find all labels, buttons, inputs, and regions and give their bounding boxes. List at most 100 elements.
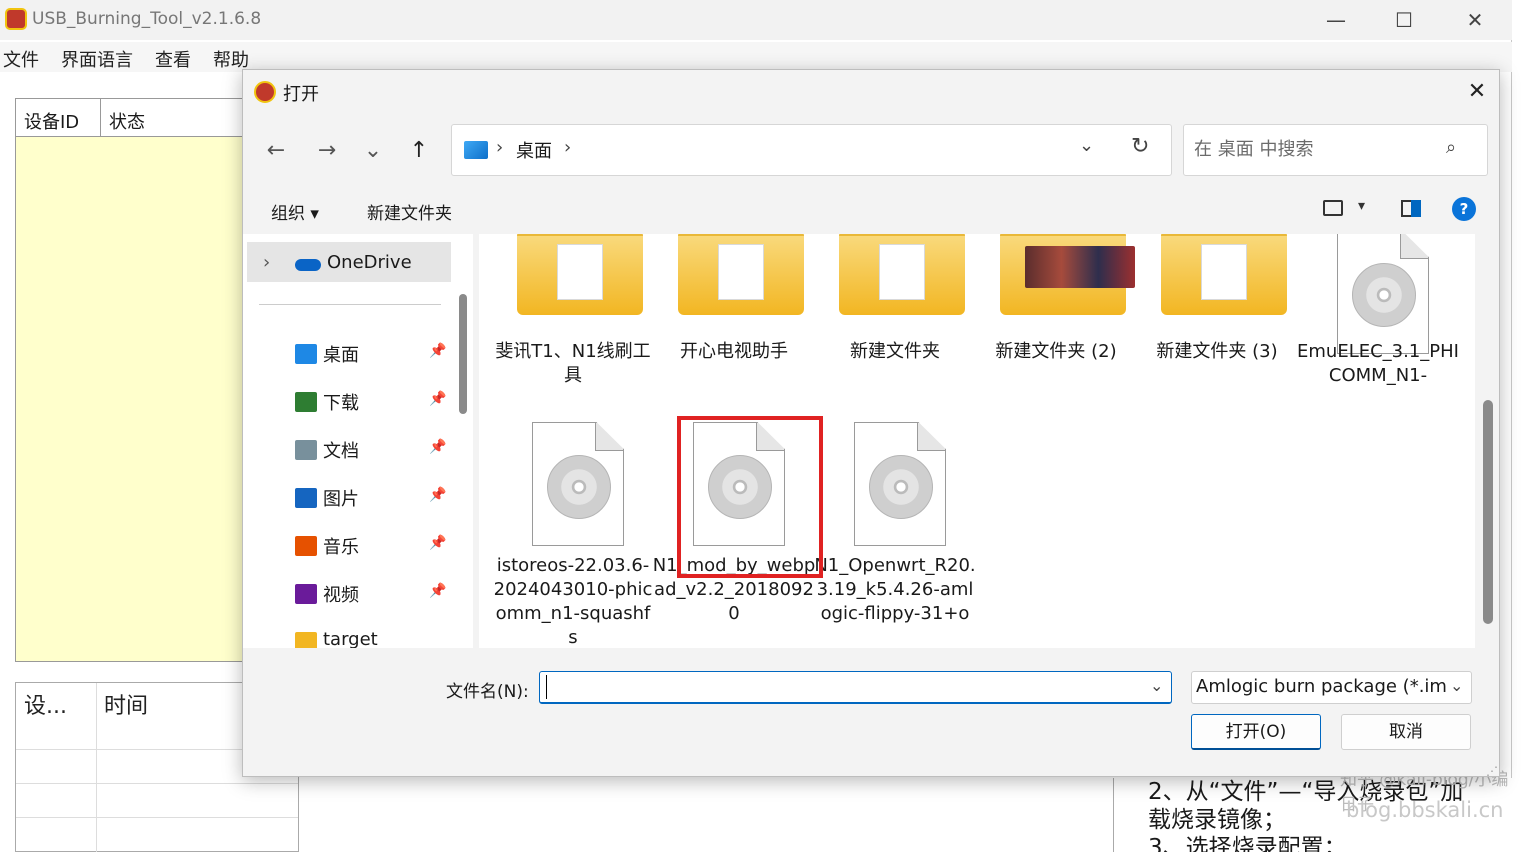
forward-button[interactable]: → <box>310 134 344 168</box>
dialog-close-button[interactable]: ✕ <box>1461 76 1493 108</box>
document-thumbnail <box>1201 244 1247 300</box>
app-icon <box>5 8 27 30</box>
status-header[interactable]: 状态 <box>109 108 145 134</box>
window-title: USB_Burning_Tool_v2.1.6.8 <box>32 9 262 29</box>
instruction-line: 3、选择烧录配置； <box>1148 835 1347 852</box>
device-id-header[interactable]: 设备ID <box>24 108 79 134</box>
menu-language[interactable]: 界面语言 <box>61 46 133 72</box>
nav-item-icon <box>295 440 317 460</box>
filename-dropdown-icon[interactable]: ⌄ <box>1150 676 1163 695</box>
photo-thumbnail <box>1025 246 1135 288</box>
page-fold <box>917 423 945 451</box>
view-dropdown-icon[interactable]: ▾ <box>1358 198 1365 214</box>
highlight-annotation-box <box>677 416 823 578</box>
help-icon[interactable]: ? <box>1452 197 1476 221</box>
close-button[interactable]: ✕ <box>1455 6 1495 34</box>
page-fold <box>1400 234 1428 259</box>
document-thumbnail <box>879 244 925 300</box>
watermark: blog.bbskali.cn <box>1346 798 1504 822</box>
maximize-button[interactable]: ☐ <box>1384 6 1424 34</box>
menu-file[interactable]: 文件 <box>3 46 39 72</box>
pin-icon[interactable]: 📌 <box>429 583 446 599</box>
filename-input[interactable] <box>546 675 1136 699</box>
nav-item[interactable]: target <box>243 622 463 648</box>
pin-icon[interactable]: 📌 <box>429 391 446 407</box>
search-icon[interactable]: ⌕ <box>1446 137 1456 158</box>
file-list: 斐讯T1、N1线刷工具 开心电视助手 新建文件夹 新建文件夹 (2) 新建文件夹 (3)… <box>479 234 1475 648</box>
recent-locations-button[interactable]: ⌄ <box>356 134 390 168</box>
nav-item[interactable]: 文档 📌 <box>243 430 463 470</box>
search-input[interactable] <box>1194 139 1434 160</box>
log-time-header[interactable]: 时间 <box>104 688 148 720</box>
back-button[interactable]: ← <box>259 134 293 168</box>
open-button[interactable]: 打开(O) <box>1191 714 1321 750</box>
disc-icon <box>547 455 611 519</box>
nav-item-label: 下载 <box>323 393 359 414</box>
menu-bar: 文件 界面语言 查看 帮助 <box>0 42 1512 72</box>
nav-item-label: 桌面 <box>323 345 359 366</box>
nav-scrollbar[interactable] <box>459 294 467 414</box>
dialog-title: 打开 <box>283 84 319 105</box>
pin-icon[interactable]: 📌 <box>429 439 446 455</box>
row-line <box>16 783 298 784</box>
filename-combobox[interactable]: ⌄ <box>539 671 1172 704</box>
menu-view[interactable]: 查看 <box>155 46 191 72</box>
view-icon[interactable] <box>1323 200 1343 216</box>
breadcrumb-chevron-icon[interactable]: › <box>496 137 503 158</box>
navigation-pane: › OneDrive 桌面 📌 下载 📌 文档 📌 图片 📌 音乐 📌 视频 📌 target <box>243 234 473 648</box>
title-bar: USB_Burning_Tool_v2.1.6.8 — ☐ ✕ <box>0 0 1512 40</box>
file-name-label: 新建文件夹 <box>850 341 940 362</box>
new-folder-button[interactable]: 新建文件夹 <box>367 199 452 224</box>
resize-grip-icon[interactable]: ⋰ <box>1486 764 1498 778</box>
disc-icon <box>1352 263 1416 327</box>
cloud-icon <box>295 259 321 271</box>
nav-item-label: 文档 <box>323 441 359 462</box>
disc-image-file-icon <box>1337 234 1429 354</box>
column-divider <box>96 683 97 852</box>
breadcrumb-desktop[interactable]: 桌面 <box>516 137 552 163</box>
nav-item-icon <box>295 632 317 648</box>
device-grid[interactable] <box>15 98 255 662</box>
address-bar[interactable]: › 桌面 › ⌄ ↻ <box>451 124 1172 176</box>
nav-item-label: 视频 <box>323 585 359 606</box>
dialog-app-icon <box>254 81 276 103</box>
content-scrollbar[interactable] <box>1483 400 1493 624</box>
page-fold <box>595 423 623 451</box>
breadcrumb-chevron-icon[interactable]: › <box>564 137 571 158</box>
nav-item[interactable]: 下载 📌 <box>243 382 463 422</box>
expand-chevron-icon[interactable]: › <box>263 252 270 273</box>
nav-item-label: OneDrive <box>327 252 412 273</box>
nav-item-onedrive[interactable]: › OneDrive <box>247 242 451 282</box>
nav-item[interactable]: 视频 📌 <box>243 574 463 614</box>
log-device-header[interactable]: 设... <box>24 688 67 720</box>
nav-item-icon <box>295 344 317 364</box>
nav-item-label: target <box>323 629 378 648</box>
nav-item-icon <box>295 488 317 508</box>
nav-item-icon <box>295 536 317 556</box>
file-name-label: EmuELEC_3.1_PHICOMM_N1- <box>1297 341 1459 386</box>
open-file-dialog: 打开 ✕ ← → ⌄ ↑ › 桌面 › ⌄ ↻ ⌕ 组织 ▾ 新建文件夹 ▾ ?… <box>242 69 1500 778</box>
disc-image-file-icon <box>854 422 946 546</box>
nav-item[interactable]: 桌面 📌 <box>243 334 463 374</box>
refresh-icon[interactable]: ↻ <box>1131 134 1149 159</box>
desktop-icon <box>464 141 488 159</box>
organize-button[interactable]: 组织 ▾ <box>271 199 319 224</box>
file-name-label: 开心电视助手 <box>680 341 788 362</box>
folder-icon <box>678 234 804 315</box>
minimize-button[interactable]: — <box>1316 6 1356 34</box>
pin-icon[interactable]: 📌 <box>429 487 446 503</box>
file-type-select[interactable]: Amlogic burn package (*.img) ⌄ <box>1191 671 1472 704</box>
pin-icon[interactable]: 📌 <box>429 343 446 359</box>
up-button[interactable]: ↑ <box>402 134 436 168</box>
preview-pane-fill <box>1411 200 1421 217</box>
pin-icon[interactable]: 📌 <box>429 535 446 551</box>
file-name-label: 新建文件夹 (3) <box>1156 341 1278 362</box>
search-box[interactable]: ⌕ <box>1183 124 1488 176</box>
file-type-value: Amlogic burn package (*.img) <box>1196 676 1446 697</box>
file-type-dropdown-icon[interactable]: ⌄ <box>1450 676 1463 695</box>
nav-item-label: 图片 <box>323 489 359 510</box>
cancel-button[interactable]: 取消 <box>1341 714 1471 750</box>
nav-item[interactable]: 图片 📌 <box>243 478 463 518</box>
nav-item[interactable]: 音乐 📌 <box>243 526 463 566</box>
address-dropdown-icon[interactable]: ⌄ <box>1079 135 1094 156</box>
